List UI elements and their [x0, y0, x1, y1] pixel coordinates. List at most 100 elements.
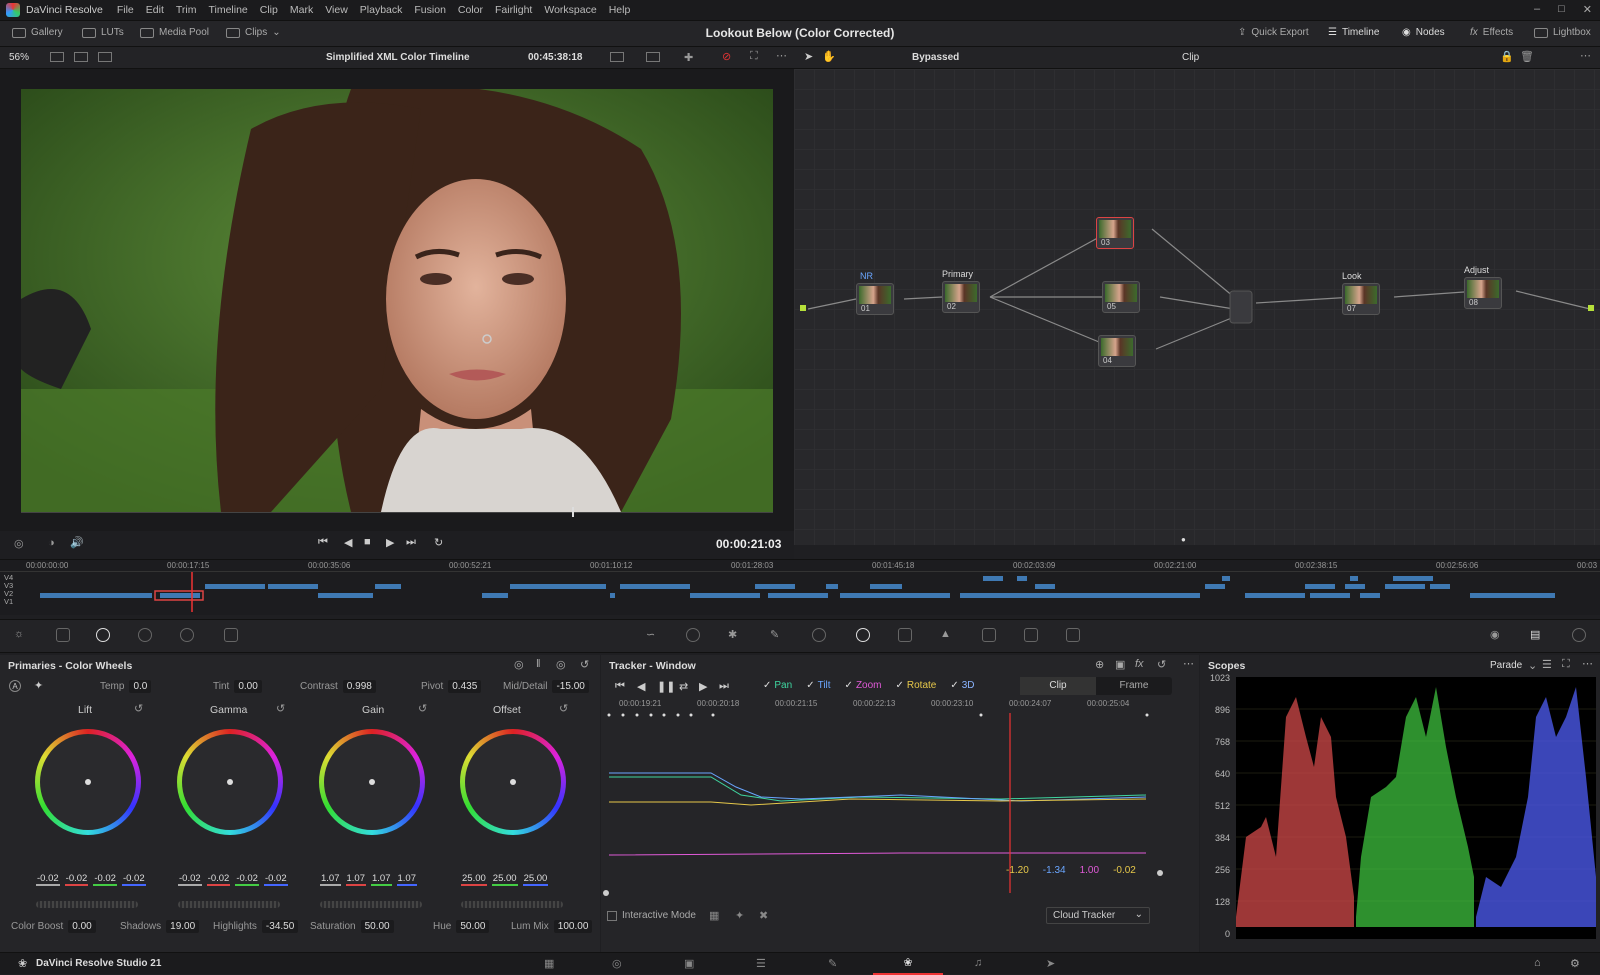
- tracker-icon[interactable]: [856, 628, 870, 642]
- insert-point-icon[interactable]: ▦: [709, 909, 719, 922]
- color-boost-value[interactable]: 0.00: [68, 920, 96, 933]
- edit-page-icon[interactable]: ▣: [684, 957, 694, 970]
- wheel-value[interactable]: 25.00: [491, 873, 518, 886]
- wheel-master-slider[interactable]: [36, 901, 138, 908]
- menu-fairlight[interactable]: Fairlight: [489, 4, 538, 16]
- maximize-icon[interactable]: □: [1558, 3, 1565, 16]
- transform-icon[interactable]: ✚: [684, 51, 693, 64]
- single-view-icon[interactable]: [50, 52, 64, 62]
- check-rotate[interactable]: ✓ Rotate: [896, 680, 937, 691]
- wheel-value[interactable]: -0.02: [64, 873, 89, 886]
- mode-frame-button[interactable]: Frame: [1096, 677, 1172, 695]
- camera-icon[interactable]: ▣: [1115, 658, 1125, 671]
- fusion-page-icon[interactable]: ☰: [756, 957, 766, 970]
- tracker-ruler[interactable]: 00:00:19:21 00:00:20:18 00:00:21:15 00:00:2…: [609, 699, 1169, 713]
- settings-gear-icon[interactable]: ⚙: [1570, 957, 1580, 970]
- magic-mask-icon[interactable]: [898, 628, 912, 642]
- viewer-scrub-bar[interactable]: [21, 512, 773, 513]
- home-icon[interactable]: ⌂: [1534, 957, 1541, 969]
- reset-primaries-icon[interactable]: ↺: [580, 658, 589, 671]
- wheel-gamma[interactable]: [170, 722, 290, 842]
- info-icon[interactable]: [1572, 628, 1586, 642]
- log-mode-icon[interactable]: ◎: [556, 658, 566, 671]
- pointer-tool-icon[interactable]: ➤: [804, 50, 813, 63]
- auto-balance-icon[interactable]: A: [9, 680, 21, 692]
- node-07[interactable]: 07: [1342, 283, 1380, 315]
- fullscreen-icon[interactable]: ⛶: [750, 50, 758, 63]
- bars-mode-icon[interactable]: ‖: [536, 658, 541, 670]
- tint-field[interactable]: Tint 0.00: [213, 680, 262, 693]
- wheel-master-slider[interactable]: [178, 901, 280, 908]
- wheel-reset-icon[interactable]: ↺: [559, 702, 568, 715]
- play-icon[interactable]: ▶: [386, 536, 394, 549]
- viewer-mode-icon[interactable]: [610, 52, 624, 62]
- rgb-mixer-icon[interactable]: [180, 628, 194, 642]
- camera-raw-icon[interactable]: ☼: [14, 628, 28, 642]
- menu-view[interactable]: View: [319, 4, 354, 16]
- wheel-center-handle[interactable]: [227, 779, 233, 785]
- wheels-mode-icon[interactable]: ◎: [514, 658, 524, 671]
- track-target-icon[interactable]: ⊕: [1095, 658, 1104, 671]
- wheel-offset[interactable]: [453, 722, 573, 842]
- track-bidirectional-icon[interactable]: ⇄: [679, 680, 688, 693]
- close-icon[interactable]: ✕: [1583, 3, 1592, 16]
- fairlight-page-icon[interactable]: ♫: [974, 957, 982, 969]
- menu-edit[interactable]: Edit: [140, 4, 170, 16]
- reset-tracker-icon[interactable]: ↺: [1157, 658, 1166, 671]
- mini-timeline[interactable]: 00:00:00:00 00:00:17:15 00:00:35:06 00:00:5…: [0, 559, 1600, 615]
- wheel-value[interactable]: -0.02: [263, 873, 288, 886]
- color-boost-field[interactable]: Color Boost 0.00: [11, 920, 96, 933]
- menu-fusion[interactable]: Fusion: [408, 4, 452, 16]
- stop-icon[interactable]: ■: [364, 536, 371, 548]
- highlights-field[interactable]: Highlights -34.50: [213, 920, 299, 933]
- clip-mode-dropdown[interactable]: Clip: [1182, 52, 1199, 63]
- split-view-icon[interactable]: [74, 52, 88, 62]
- color-match-icon[interactable]: [56, 628, 70, 642]
- key-icon[interactable]: [982, 628, 996, 642]
- scope-expand-icon[interactable]: ⛶: [1562, 658, 1570, 671]
- interactive-mode-checkbox[interactable]: Interactive Mode: [607, 910, 696, 921]
- wheel-value[interactable]: 1.07: [345, 873, 366, 886]
- wheel-center-handle[interactable]: [510, 779, 516, 785]
- auto-color-icon[interactable]: ✦: [34, 679, 43, 692]
- eye-icon[interactable]: ◉: [1490, 628, 1504, 642]
- track-forward-icon[interactable]: ▶: [699, 680, 707, 693]
- volume-icon[interactable]: 🔊: [70, 536, 84, 549]
- wheel-value[interactable]: -0.02: [36, 873, 60, 886]
- timeline-clips[interactable]: [0, 572, 1600, 616]
- saturation-field[interactable]: Saturation 50.00: [310, 920, 394, 933]
- trash-icon[interactable]: 🗑: [1520, 50, 1534, 63]
- lightbox-button[interactable]: Lightbox: [1534, 27, 1591, 38]
- timeline-ruler[interactable]: 00:00:00:00 00:00:17:15 00:00:35:06 00:00:5…: [0, 560, 1600, 572]
- deliver-page-icon[interactable]: ➤: [1046, 957, 1055, 970]
- temp-value[interactable]: 0.0: [129, 680, 152, 693]
- color-warper-icon[interactable]: [686, 628, 700, 642]
- eyedropper-icon[interactable]: ✎: [770, 628, 784, 642]
- menu-timeline[interactable]: Timeline: [202, 4, 253, 16]
- menu-mark[interactable]: Mark: [284, 4, 319, 16]
- tint-value[interactable]: 0.00: [234, 680, 262, 693]
- nodes-button[interactable]: ◉ Nodes: [1402, 27, 1445, 38]
- wheel-value[interactable]: -0.02: [206, 873, 231, 886]
- wheel-center-handle[interactable]: [85, 779, 91, 785]
- color-page-icon[interactable]: ❀: [873, 953, 943, 975]
- wheel-value[interactable]: -0.02: [121, 873, 146, 886]
- motion-effects-icon[interactable]: [224, 628, 238, 642]
- curves-icon[interactable]: ∽: [646, 628, 660, 642]
- play-reverse-icon[interactable]: ◀: [344, 536, 352, 549]
- menu-color[interactable]: Color: [452, 4, 489, 16]
- check-tilt[interactable]: ✓ Tilt: [806, 680, 830, 691]
- wheel-value[interactable]: 1.07: [371, 873, 392, 886]
- scope-mode-dropdown[interactable]: Parade: [1490, 660, 1522, 671]
- highlight-icon[interactable]: ◑: [48, 537, 55, 549]
- track-reverse-end-icon[interactable]: ⏮: [615, 680, 625, 693]
- scope-settings-icon[interactable]: ☰: [1542, 658, 1552, 671]
- move-point-icon[interactable]: ✦: [735, 909, 744, 922]
- lum-mix-field[interactable]: Lum Mix 100.00: [511, 920, 593, 933]
- fx-tracker-icon[interactable]: fx: [1135, 658, 1144, 670]
- delete-point-icon[interactable]: ✖: [759, 909, 768, 922]
- timeline-button[interactable]: ☰ Timeline: [1328, 27, 1379, 38]
- blur-icon[interactable]: ▲: [940, 628, 954, 642]
- display-icon[interactable]: [646, 52, 660, 62]
- track-reverse-icon[interactable]: ◀: [637, 680, 645, 693]
